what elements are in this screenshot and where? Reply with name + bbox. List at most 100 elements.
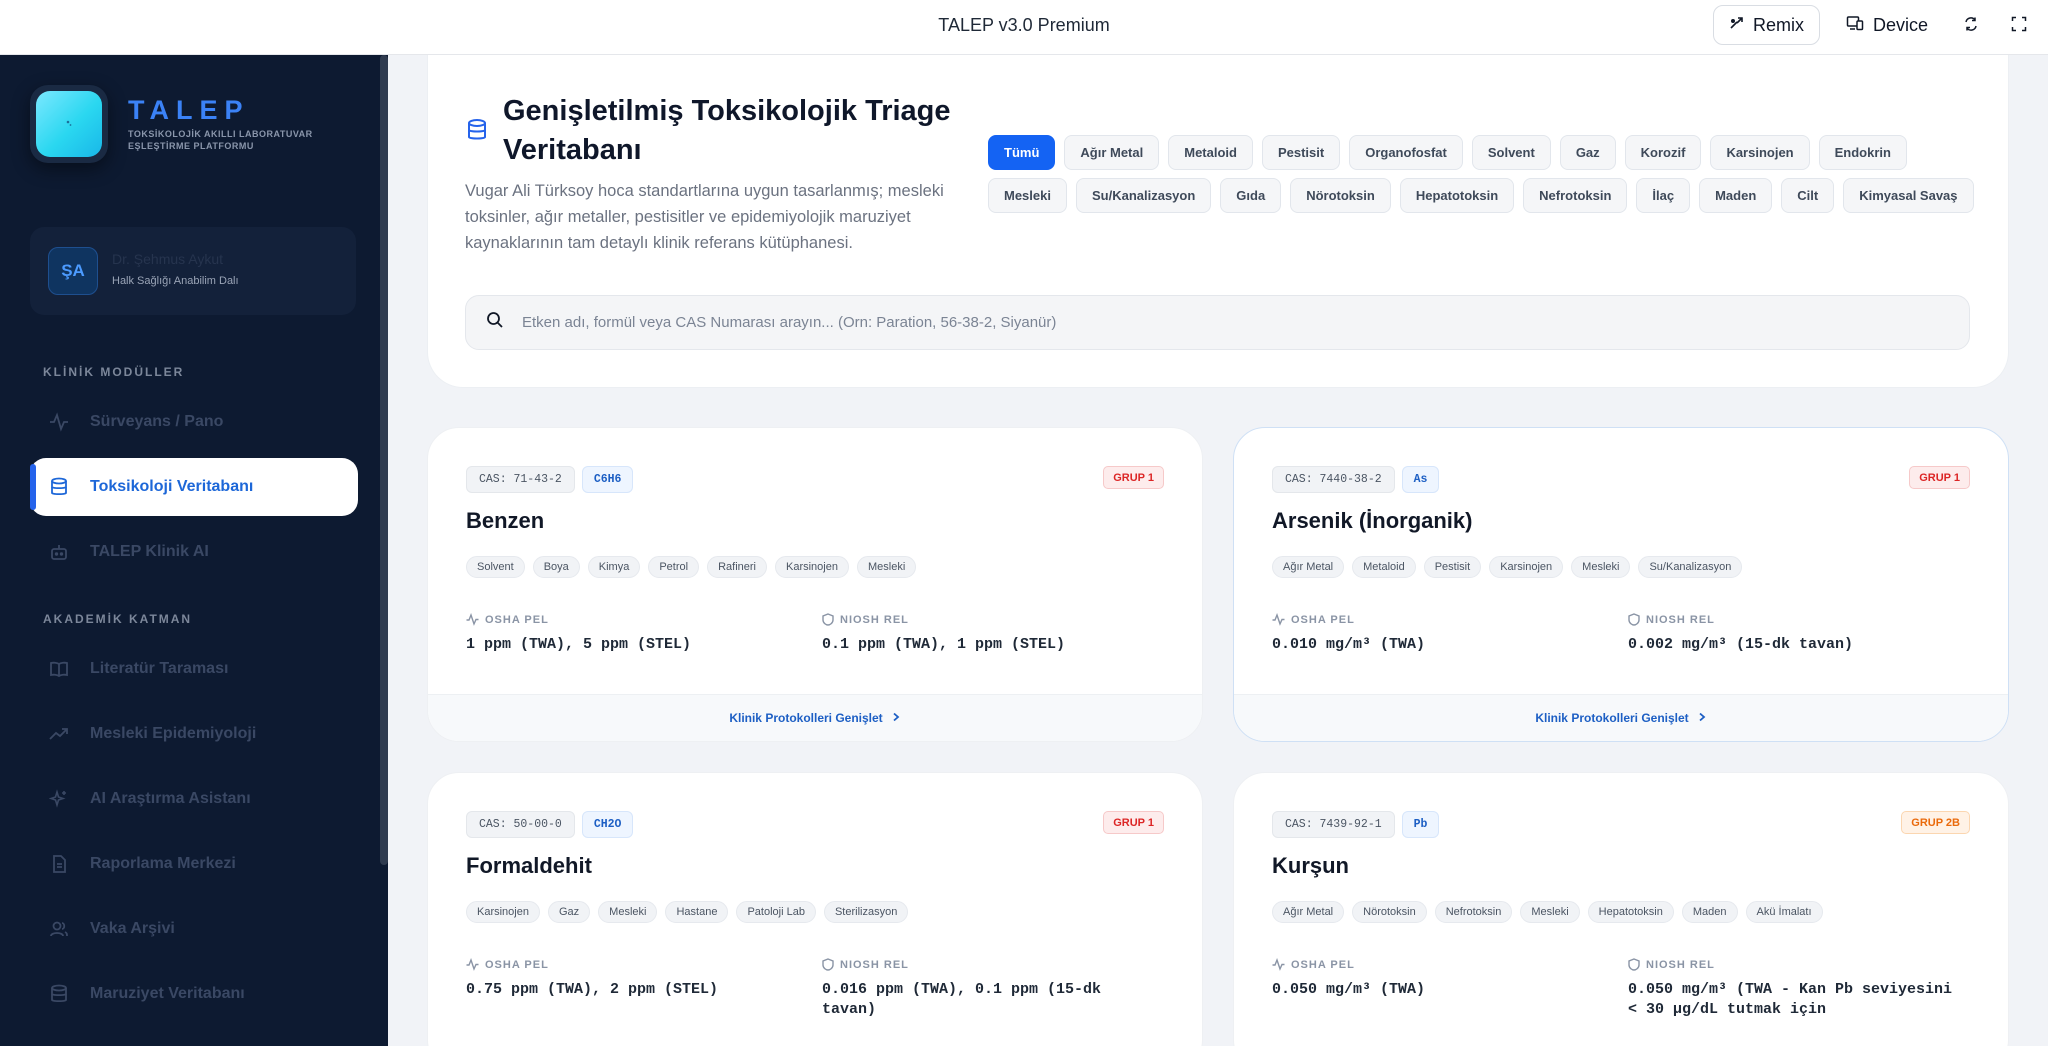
search-box[interactable] xyxy=(465,295,1970,350)
category-tag: Gaz xyxy=(547,901,591,923)
nav-label: Vaka Arşivi xyxy=(90,920,175,937)
category-tag: Nefrotoksin xyxy=(1434,901,1513,923)
group-badge: GRUP 1 xyxy=(1103,466,1164,489)
filter-chip[interactable]: Hepatotoksin xyxy=(1399,178,1515,213)
substance-name: Formaldehit xyxy=(466,853,592,878)
nav-item-toxicology-db[interactable]: Toksikoloji Veritabanı xyxy=(30,458,358,516)
nav-item-surveillance[interactable]: Sürveyans / Pano xyxy=(30,393,358,451)
filter-chip[interactable]: Organofosfat xyxy=(1349,135,1463,170)
database-icon xyxy=(48,476,70,498)
chevron-right-icon xyxy=(1697,711,1707,725)
user-card[interactable]: ŞA Dr. Şehmus Aykut Halk Sağlığı Anabili… xyxy=(30,227,356,315)
book-icon xyxy=(48,658,70,680)
category-tag: Mesleki xyxy=(856,556,917,578)
nav-label: AI Araştırma Asistanı xyxy=(90,790,251,807)
page-title: Genişletilmiş Toksikolojik Triage Verita… xyxy=(503,95,951,166)
group-badge: GRUP 1 xyxy=(1103,811,1164,834)
sidebar-scrollbar[interactable] xyxy=(380,55,388,865)
substance-card-arsenik[interactable]: CAS: 7440-38-2 As GRUP 1 Arsenik (İnorga… xyxy=(1233,427,2009,742)
category-tag: Kimya xyxy=(587,556,641,578)
nav-label: Literatür Taraması xyxy=(90,660,229,677)
category-tag: Metaloid xyxy=(1352,556,1416,578)
filter-chip[interactable]: Cilt xyxy=(1781,178,1835,213)
activity-icon xyxy=(48,411,70,433)
filter-chip[interactable]: Metaloid xyxy=(1168,135,1253,170)
nav-label: Maruziyet Veritabanı xyxy=(90,985,245,1002)
remix-button[interactable]: Remix xyxy=(1713,5,1820,45)
nav-item-ai-assistant[interactable]: AI Araştırma Asistanı xyxy=(30,770,358,828)
fullscreen-icon[interactable] xyxy=(2008,13,2030,35)
expand-protocols-button[interactable]: Klinik Protokolleri Genişlet xyxy=(428,694,1202,741)
substance-card-kursun[interactable]: CAS: 7439-92-1 Pb GRUP 2B Kurşun Ağır Me… xyxy=(1233,772,2009,1046)
device-button[interactable]: Device xyxy=(1846,5,1928,45)
formula-tag: Pb xyxy=(1401,811,1440,838)
user-department: Halk Sağlığı Anabilim Dalı xyxy=(112,275,239,287)
top-bar: TALEP v3.0 Premium Remix Device xyxy=(0,0,2048,55)
nav-item-reporting[interactable]: Raporlama Merkezi xyxy=(30,835,358,893)
database-icon xyxy=(466,118,488,147)
filter-chip[interactable]: Nefrotoksin xyxy=(1523,178,1628,213)
page-description: Vugar Ali Türksoy hoca standartlarına uy… xyxy=(465,182,944,252)
filter-chip[interactable]: Mesleki xyxy=(988,178,1067,213)
nav-label: Toksikoloji Veritabanı xyxy=(90,478,254,495)
category-tag: Ağır Metal xyxy=(1272,901,1345,923)
osha-value: 0.75 ppm (TWA), 2 ppm (STEL) xyxy=(466,981,719,998)
filter-chip[interactable]: Kimyasal Savaş xyxy=(1843,178,1974,213)
formula-tag: CH2O xyxy=(581,811,634,838)
expand-protocols-button[interactable]: Klinik Protokolleri Genişlet xyxy=(1234,694,2008,741)
filter-chip[interactable]: Pestisit xyxy=(1261,135,1341,170)
avatar: ŞA xyxy=(48,247,98,295)
trending-up-icon xyxy=(48,723,70,745)
category-tag: Hastane xyxy=(665,901,729,923)
filter-chip[interactable]: Tümü xyxy=(988,135,1056,170)
filter-chip[interactable]: Su/Kanalizasyon xyxy=(1075,178,1212,213)
refresh-icon[interactable] xyxy=(1960,13,1982,35)
osha-value: 0.050 mg/m³ (TWA) xyxy=(1272,981,1426,998)
osha-label: OSHA PEL xyxy=(1272,958,1355,971)
filter-chip[interactable]: Endokrin xyxy=(1818,135,1907,170)
category-tag: Boya xyxy=(532,556,580,578)
category-tag: Nörotoksin xyxy=(1352,901,1427,923)
search-input[interactable] xyxy=(522,314,1922,331)
remix-label: Remix xyxy=(1752,14,1804,35)
sidebar: TALEP TOKSİKOLOJİK AKILLI LABORATUVAR EŞ… xyxy=(0,55,388,1046)
substance-card-benzen[interactable]: CAS: 71-43-2 C6H6 GRUP 1 Benzen Solvent … xyxy=(427,427,1203,742)
category-tag: Su/Kanalizasyon xyxy=(1638,556,1743,578)
filter-chip[interactable]: Ağır Metal xyxy=(1064,135,1160,170)
category-tag: Mesleki xyxy=(1571,556,1631,578)
logo xyxy=(30,85,108,163)
nav-item-case-archive[interactable]: Vaka Arşivi xyxy=(30,900,358,958)
filter-chip[interactable]: İlaç xyxy=(1636,178,1691,213)
category-tag: Mesleki xyxy=(1520,901,1580,923)
category-tag: Ağır Metal xyxy=(1272,556,1345,578)
formula-tag: As xyxy=(1401,466,1440,493)
group-badge: GRUP 2B xyxy=(1901,811,1970,834)
formula-tag: C6H6 xyxy=(581,466,634,493)
substance-name: Benzen xyxy=(466,508,545,533)
filter-chip[interactable]: Maden xyxy=(1699,178,1773,213)
nav-item-literature[interactable]: Literatür Taraması xyxy=(30,640,358,698)
category-tag: Sterilizasyon xyxy=(823,901,909,923)
filter-chip[interactable]: Solvent xyxy=(1471,135,1551,170)
niosh-label: NIOSH REL xyxy=(822,958,909,971)
sparkles-icon xyxy=(48,788,70,810)
filter-chip[interactable]: Korozif xyxy=(1624,135,1702,170)
nav-item-epidemiology[interactable]: Mesleki Epidemiyoloji xyxy=(30,705,358,763)
search-icon xyxy=(486,311,504,334)
osha-label: OSHA PEL xyxy=(466,958,549,971)
nav-item-exposure-db[interactable]: Maruziyet Veritabanı xyxy=(30,965,358,1023)
filter-chips: Tümü Ağır Metal Metaloid Pestisit Organofosf… xyxy=(988,135,1988,213)
filter-chip[interactable]: Gıda xyxy=(1220,178,1282,213)
category-tag: Solvent xyxy=(466,556,525,578)
nav-item-clinical-ai[interactable]: TALEP Klinik AI xyxy=(30,523,358,581)
filter-chip[interactable]: Gaz xyxy=(1559,135,1616,170)
filter-chip[interactable]: Nörotoksin xyxy=(1290,178,1391,213)
substance-card-formaldehit[interactable]: CAS: 50-00-0 CH2O GRUP 1 Formaldehit Kar… xyxy=(427,772,1203,1046)
chevron-right-icon xyxy=(891,711,901,725)
category-tag: Karsinojen xyxy=(775,556,849,578)
filter-chip[interactable]: Karsinojen xyxy=(1710,135,1810,170)
category-tag: Petrol xyxy=(648,556,700,578)
brand-name: TALEP xyxy=(128,95,250,125)
nav-label: Raporlama Merkezi xyxy=(90,855,236,872)
remix-icon xyxy=(1729,15,1745,36)
